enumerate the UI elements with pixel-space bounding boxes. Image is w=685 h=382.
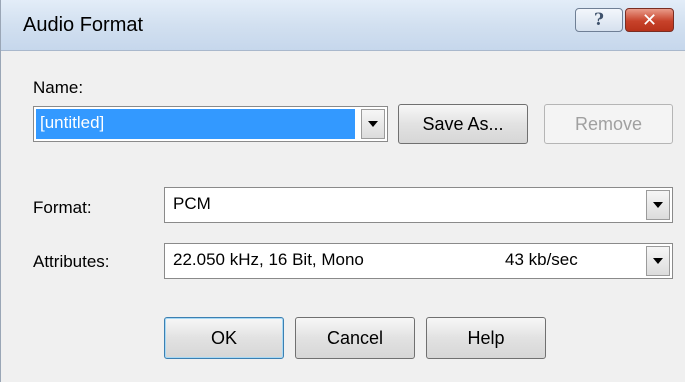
ok-button[interactable]: OK bbox=[164, 317, 284, 359]
window-title: Audio Format bbox=[23, 14, 144, 36]
cancel-button[interactable]: Cancel bbox=[295, 317, 415, 359]
close-button[interactable]: ✕ bbox=[625, 8, 674, 32]
name-combobox[interactable]: [untitled] bbox=[33, 106, 388, 142]
question-mark-icon: ? bbox=[594, 10, 604, 30]
name-value: [untitled] bbox=[40, 113, 105, 132]
chevron-down-icon bbox=[653, 258, 663, 264]
audio-format-dialog: Audio Format ? ✕ Name: [untitled] Save A… bbox=[0, 0, 685, 382]
name-dropdown-button[interactable] bbox=[361, 109, 385, 139]
remove-button[interactable]: Remove bbox=[544, 104, 673, 144]
attributes-bitrate: 43 kb/sec bbox=[505, 250, 578, 269]
name-label: Name: bbox=[33, 78, 84, 97]
title-bar[interactable]: Audio Format ? ✕ bbox=[1, 0, 685, 51]
attributes-label: Attributes: bbox=[33, 252, 110, 271]
format-value: PCM bbox=[173, 194, 211, 213]
format-label: Format: bbox=[33, 198, 92, 217]
attributes-combobox[interactable]: 22.050 kHz, 16 Bit, Mono 43 kb/sec bbox=[164, 243, 673, 279]
attributes-value: 22.050 kHz, 16 Bit, Mono bbox=[173, 250, 364, 269]
format-dropdown-button[interactable] bbox=[646, 190, 670, 220]
save-as-button[interactable]: Save As... bbox=[398, 104, 528, 144]
help-button[interactable]: Help bbox=[426, 317, 546, 359]
format-combobox[interactable]: PCM bbox=[164, 187, 673, 223]
close-icon: ✕ bbox=[641, 9, 658, 31]
chevron-down-icon bbox=[368, 121, 378, 127]
chevron-down-icon bbox=[653, 202, 663, 208]
help-title-button[interactable]: ? bbox=[575, 8, 623, 32]
attributes-dropdown-button[interactable] bbox=[646, 246, 670, 276]
